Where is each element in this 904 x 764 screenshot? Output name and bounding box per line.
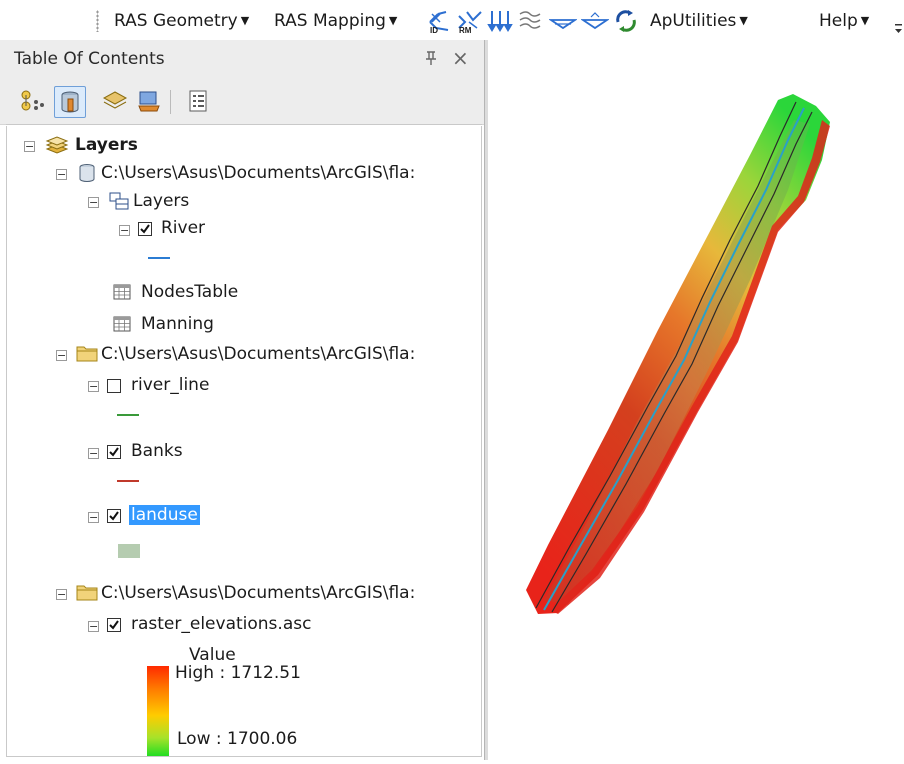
nodes-table-label[interactable]: NodesTable — [141, 279, 238, 305]
landuse-checkbox[interactable] — [107, 509, 121, 523]
toolbar-overflow-icon[interactable] — [894, 22, 904, 36]
collapse-toggle[interactable]: − — [88, 197, 99, 208]
group-layer-icon — [108, 190, 130, 216]
toc-header: Table Of Contents × — [0, 40, 484, 80]
table-icon — [113, 284, 131, 304]
flow-arrows-icon[interactable] — [486, 8, 514, 34]
layers-icon — [45, 135, 69, 161]
collapse-toggle[interactable]: − — [56, 350, 67, 361]
landuse-label[interactable]: landuse — [129, 502, 200, 528]
ras-geometry-menu[interactable]: RAS Geometry ▼ — [114, 9, 249, 33]
map-view[interactable] — [488, 40, 904, 760]
toc-title: Table Of Contents — [14, 49, 165, 69]
collapse-toggle[interactable]: − — [56, 169, 67, 180]
toolbar-grip[interactable] — [96, 10, 99, 32]
water-surface-icon[interactable] — [548, 8, 578, 34]
collapse-toggle[interactable]: − — [88, 621, 99, 632]
river-symbol — [148, 257, 170, 259]
folder-icon — [76, 343, 98, 367]
river-checkbox[interactable] — [138, 222, 152, 236]
banks-symbol — [117, 480, 139, 482]
aputilities-label: ApUtilities — [650, 11, 737, 31]
svg-text:ID: ID — [430, 26, 438, 34]
river-line-checkbox[interactable] — [107, 379, 121, 393]
river-line-symbol — [117, 414, 139, 416]
svg-text:RM: RM — [459, 26, 472, 34]
data-frame-layers[interactable]: Layers — [75, 132, 138, 158]
collapse-toggle[interactable]: − — [56, 589, 67, 600]
toolbar-separator — [170, 90, 171, 114]
river-layer-label[interactable]: River — [161, 215, 205, 241]
layer-tree: − Layers − C:\Users\Asus\Documents\ArcGI… — [6, 126, 482, 757]
landuse-selected: landuse — [129, 505, 200, 525]
aputilities-menu[interactable]: ApUtilities ▼ — [650, 9, 748, 33]
table-of-contents-panel: Table Of Contents × − Layers − C:\Users\… — [0, 40, 484, 760]
river-id-icon[interactable]: ID — [426, 8, 454, 35]
pin-icon[interactable] — [424, 50, 438, 70]
collapse-toggle[interactable]: − — [119, 225, 130, 236]
chevron-down-icon: ▼ — [388, 14, 398, 27]
tree-border — [6, 124, 482, 125]
river-rm-icon[interactable]: RM — [455, 8, 483, 35]
raster-map — [526, 94, 830, 614]
toc-toolbar — [0, 80, 484, 125]
water-surface-2-icon[interactable] — [580, 8, 610, 34]
cross-sections-icon[interactable] — [516, 8, 544, 34]
list-by-selection-icon[interactable] — [136, 88, 162, 114]
folder-path[interactable]: C:\Users\Asus\Documents\ArcGIS\fla: — [101, 580, 415, 606]
collapse-toggle[interactable]: − — [24, 141, 35, 152]
collapse-toggle[interactable]: − — [88, 448, 99, 459]
collapse-toggle[interactable]: − — [88, 381, 99, 392]
landuse-symbol — [118, 544, 140, 558]
list-by-visibility-icon[interactable] — [102, 88, 128, 114]
ras-mapping-menu[interactable]: RAS Mapping ▼ — [274, 9, 397, 33]
legend-high: High : 1712.51 — [175, 663, 301, 683]
folder-icon — [76, 582, 98, 606]
help-label: Help — [819, 11, 858, 31]
database-icon — [77, 162, 97, 188]
elevation-color-ramp — [147, 666, 169, 756]
table-icon — [113, 316, 131, 336]
collapse-toggle[interactable]: − — [88, 512, 99, 523]
folder-path[interactable]: C:\Users\Asus\Documents\ArcGIS\fla: — [101, 341, 415, 367]
chevron-down-icon: ▼ — [860, 14, 870, 27]
chevron-down-icon: ▼ — [240, 14, 250, 27]
banks-checkbox[interactable] — [107, 445, 121, 459]
list-by-source-icon[interactable] — [54, 86, 86, 118]
river-line-label[interactable]: river_line — [131, 372, 209, 398]
ras-geometry-label: RAS Geometry — [114, 11, 238, 31]
banks-label[interactable]: Banks — [131, 438, 183, 464]
raster-label[interactable]: raster_elevations.asc — [131, 611, 311, 637]
sync-icon[interactable] — [612, 8, 640, 34]
ras-mapping-label: RAS Mapping — [274, 11, 386, 31]
manning-label[interactable]: Manning — [141, 311, 214, 337]
list-by-drawing-order-icon[interactable] — [20, 88, 46, 114]
group-layers-label[interactable]: Layers — [133, 188, 189, 214]
main-toolbar: RAS Geometry ▼ RAS Mapping ▼ ID RM ApUti… — [0, 0, 904, 40]
help-menu[interactable]: Help ▼ — [819, 9, 869, 33]
geodatabase-path[interactable]: C:\Users\Asus\Documents\ArcGIS\fla: — [101, 160, 415, 186]
chevron-down-icon: ▼ — [739, 14, 748, 27]
legend-low: Low : 1700.06 — [177, 729, 298, 749]
raster-checkbox[interactable] — [107, 618, 121, 632]
close-icon[interactable]: × — [452, 46, 469, 70]
options-icon[interactable] — [186, 88, 212, 114]
